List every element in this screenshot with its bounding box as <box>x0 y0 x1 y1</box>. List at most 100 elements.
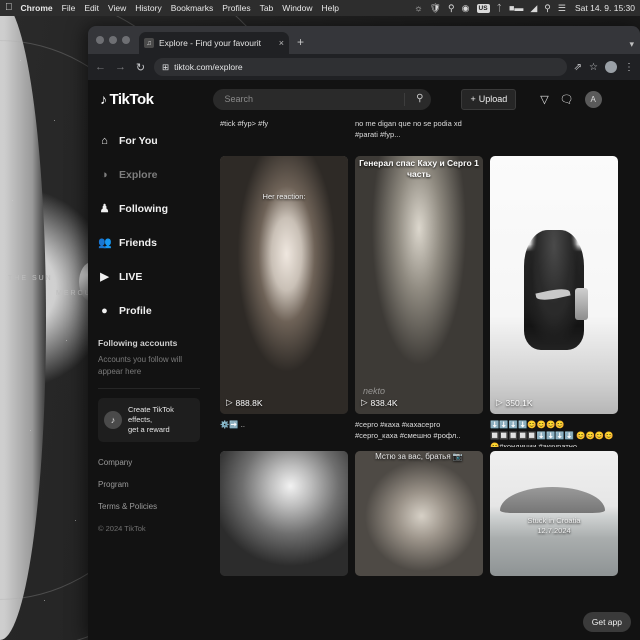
video-card[interactable]: Stuck in Croatia 12.7.2024 <box>490 451 618 576</box>
sidebar-item-for-you[interactable]: ⌂ For You <box>98 124 200 158</box>
close-icon[interactable]: × <box>279 38 284 48</box>
menubar-item-bookmarks[interactable]: Bookmarks <box>171 3 214 13</box>
tiktok-logo[interactable]: ♪ TikTok <box>100 91 154 108</box>
view-count: ▷ 838.4K <box>361 397 398 408</box>
caption-text[interactable]: no me digan que no se podia xd #parati #… <box>355 118 483 144</box>
menubar-item-window[interactable]: Window <box>282 3 312 13</box>
caption-text[interactable]: #серго #каха #кахасерго #серго_каха #сме… <box>355 419 483 447</box>
keyboard-flag-icon[interactable]: US <box>476 3 490 13</box>
menubar-item-profiles[interactable]: Profiles <box>222 3 250 13</box>
view-count: ▷ 350.1K <box>496 397 533 408</box>
video-feed-grid[interactable]: #tick #fyp> #fy no me digan que no se po… <box>210 118 640 640</box>
upload-button[interactable]: + Upload <box>461 88 517 110</box>
people-icon: 👥 <box>98 236 112 249</box>
video-thumbnail <box>490 156 618 414</box>
footer-link-program[interactable]: Program <box>98 480 200 489</box>
footer-link-company[interactable]: Company <box>98 458 200 467</box>
video-card[interactable]: Мстю за вас, братья 📷 <box>355 451 483 576</box>
back-button[interactable]: ← <box>94 61 107 73</box>
video-card[interactable]: ▷ 350.1K <box>490 156 618 414</box>
sidebar-item-friends[interactable]: 👥 Friends <box>98 226 200 260</box>
forward-button[interactable]: → <box>114 61 127 73</box>
sidebar-item-live[interactable]: ▶ LIVE <box>98 260 200 294</box>
search-divider <box>404 92 406 106</box>
chrome-window: ♫ Explore - Find your favourit × + ▾ ← →… <box>88 26 640 640</box>
caption-text[interactable]: ⚙️➡️ .. <box>220 419 348 447</box>
reload-button[interactable]: ↻ <box>134 61 147 74</box>
video-overlay-title: Мстю за вас, братья 📷 <box>375 452 463 461</box>
profile-avatar-icon: ● <box>101 304 108 317</box>
page-info-icon[interactable]: ⊞ <box>162 62 169 73</box>
browser-tab-explore[interactable]: ♫ Explore - Find your favourit × <box>139 32 289 54</box>
search-input[interactable]: Search ⚲ <box>213 88 432 110</box>
shield-icon[interactable]: 🛡 <box>430 3 441 14</box>
caption-row: ⚙️➡️ .. #серго #каха #кахасерго #серго_к… <box>218 419 632 447</box>
promo-text: Create TikTok effects, get a reward <box>128 405 194 435</box>
three-dot-menu-icon[interactable]: ⋮ <box>624 62 634 73</box>
video-card[interactable] <box>220 451 348 576</box>
phone-graphic <box>575 288 588 321</box>
battery-icon[interactable]: ■▬ <box>509 3 523 13</box>
address-bar[interactable]: ⊞ tiktok.com/explore <box>154 58 567 76</box>
tiktok-sidebar: ⌂ For You ◑ Explore ♟ Following 👥 Friend… <box>88 118 210 640</box>
menubar-item-chrome[interactable]: Chrome <box>21 3 53 13</box>
video-overlay-line-2: 12.7.2024 <box>537 526 571 535</box>
chevron-down-icon[interactable]: ▾ <box>629 39 634 50</box>
profile-avatar[interactable] <box>605 61 617 73</box>
control-center-icon[interactable]: ☰ <box>558 3 566 14</box>
wallpaper-label-sun: THE SUN <box>8 275 53 282</box>
play-icon: ▷ <box>226 397 233 407</box>
caption-text[interactable] <box>490 118 618 144</box>
message-icon[interactable]: 🗨 <box>560 93 574 106</box>
wifi-icon[interactable]: ◢ <box>530 3 537 14</box>
video-card[interactable]: Генерал спас Каху и Серго 1 часть nekto … <box>355 156 483 414</box>
new-tab-button[interactable]: + <box>289 32 312 54</box>
sidebar-item-explore[interactable]: ◑ Explore <box>98 158 200 192</box>
tiktok-page: ♪ TikTok Search ⚲ + Upload ▽ 🗨 A ⌂ For Y… <box>88 80 640 640</box>
window-controls[interactable] <box>96 26 139 54</box>
caption-text[interactable]: ⬇️⬇️⬇️⬇️😊😊😊😊🔲🔲🔲🔲🔲⬇️⬇️⬇️⬇️ 😊😊😊😊😊#кондиции… <box>490 419 618 447</box>
footer-link-terms[interactable]: Terms & Policies <box>98 502 200 511</box>
star <box>44 600 45 601</box>
menubar-item-file[interactable]: File <box>62 3 76 13</box>
play-icon: ▷ <box>361 397 368 407</box>
apple-icon[interactable]:  <box>5 3 13 13</box>
macos-menubar:  Chrome File Edit View History Bookmark… <box>0 0 640 16</box>
minimize-window-button[interactable] <box>109 36 117 44</box>
create-effects-promo-card[interactable]: ♪ Create TikTok effects, get a reward <box>98 398 200 442</box>
sidebar-footer: Company Program Terms & Policies © 2024 … <box>98 458 200 533</box>
sidebar-item-label: For You <box>119 135 158 147</box>
share-icon[interactable]: ⇗ <box>574 62 582 73</box>
sidebar-item-label: Profile <box>119 305 152 317</box>
magnifier-icon[interactable]: ⚲ <box>416 93 423 104</box>
screen-share-icon[interactable]: ☼ <box>414 3 422 13</box>
menubar-item-help[interactable]: Help <box>322 3 339 13</box>
tab-strip: ♫ Explore - Find your favourit × + ▾ <box>88 26 640 54</box>
caption-text[interactable]: #tick #fyp> #fy <box>220 118 348 144</box>
menubar-item-view[interactable]: View <box>108 3 126 13</box>
video-card[interactable]: Her reaction: ▷ 888.8K <box>220 156 348 414</box>
sidebar-item-profile[interactable]: ● Profile <box>98 294 200 328</box>
following-accounts-subtitle: Accounts you follow will appear here <box>98 355 183 376</box>
video-watermark: nekto <box>363 386 386 396</box>
send-icon[interactable]: ▽ <box>540 93 548 106</box>
url-text: tiktok.com/explore <box>174 62 243 72</box>
maximize-window-button[interactable] <box>122 36 130 44</box>
bluetooth-icon[interactable]: ᛏ <box>497 3 502 13</box>
close-window-button[interactable] <box>96 36 104 44</box>
record-icon[interactable]: ◉ <box>462 3 470 14</box>
avatar[interactable]: A <box>584 90 602 108</box>
following-accounts-title: Following accounts <box>98 338 178 348</box>
search-icon[interactable]: ⚲ <box>544 3 551 14</box>
star-icon[interactable]: ☆ <box>589 62 598 73</box>
menubar-item-tab[interactable]: Tab <box>260 3 274 13</box>
browser-toolbar: ← → ↻ ⊞ tiktok.com/explore ⇗ ☆ ⋮ <box>88 54 640 80</box>
get-app-button[interactable]: Get app <box>582 612 631 632</box>
plus-icon: + <box>470 94 476 104</box>
sidebar-item-following[interactable]: ♟ Following <box>98 192 200 226</box>
location-icon[interactable]: ⚲ <box>448 3 455 14</box>
menubar-item-history[interactable]: History <box>135 3 161 13</box>
menubar-clock[interactable]: Sat 14. 9. 15:30 <box>575 3 635 13</box>
menubar-item-edit[interactable]: Edit <box>84 3 99 13</box>
view-count-value: 888.8K <box>235 397 263 408</box>
